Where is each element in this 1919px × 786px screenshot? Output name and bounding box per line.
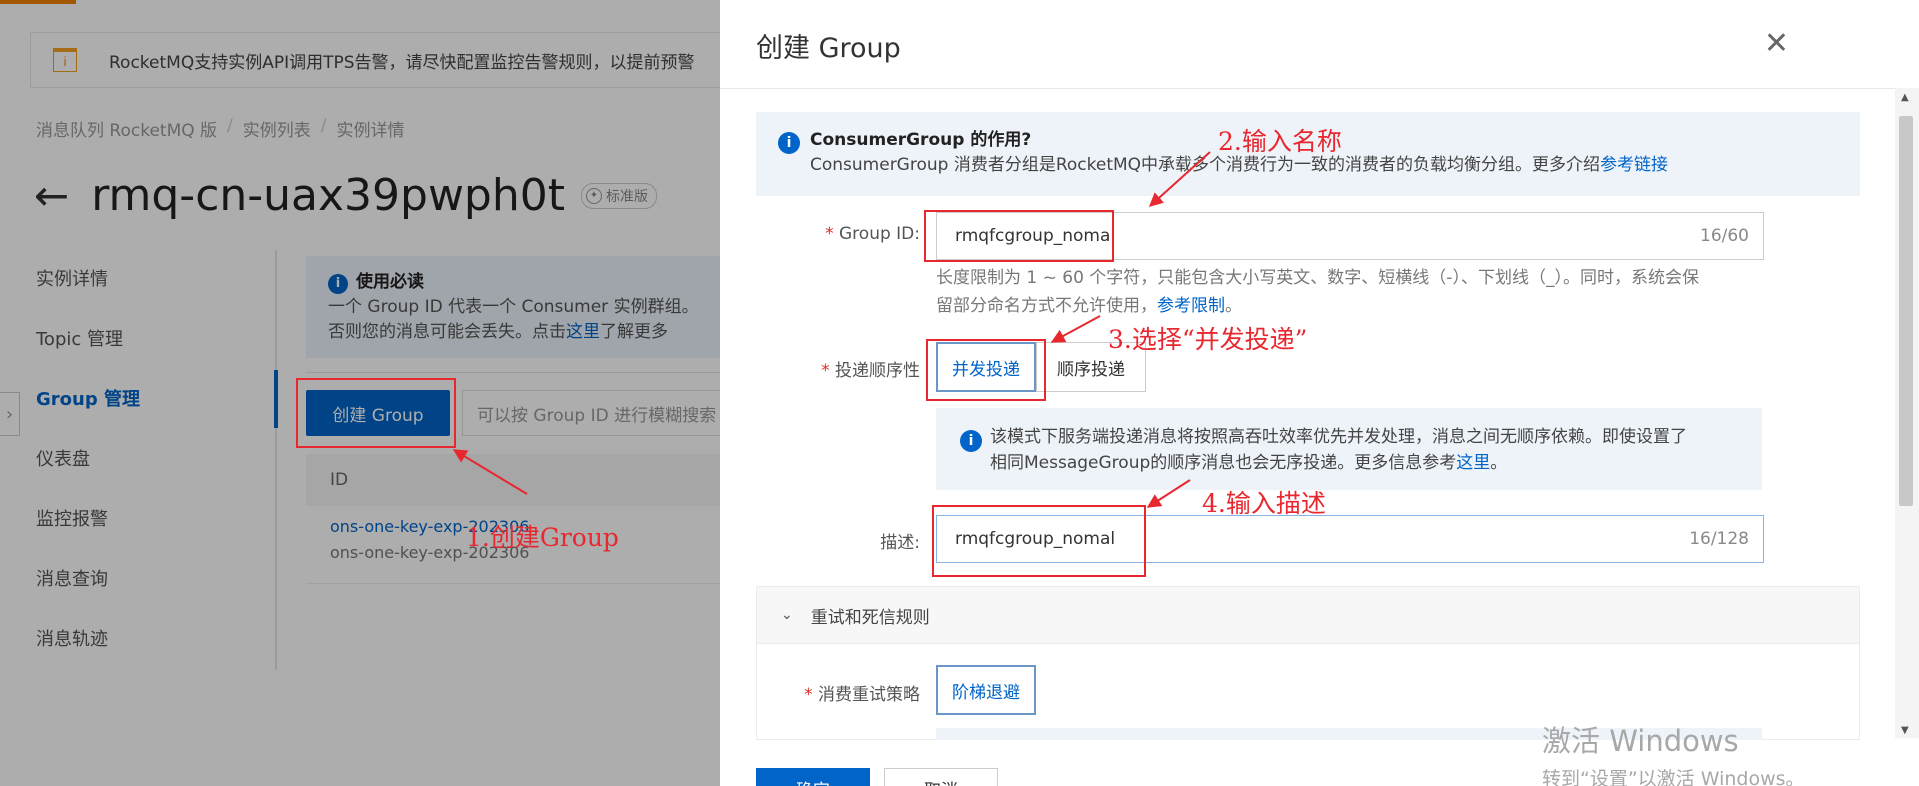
- description-label: 描述:: [880, 533, 920, 553]
- scroll-down-icon[interactable]: ▼: [1901, 725, 1909, 736]
- windows-activation-watermark: 激活 Windows 转到“设置”以激活 Windows。: [1542, 718, 1805, 786]
- restriction-link[interactable]: 参考限制: [1157, 296, 1225, 316]
- info-icon: i: [960, 430, 982, 452]
- screen: i RocketMQ支持实例API调用TPS告警，请尽快配置监控告警规则，以提前…: [0, 0, 1919, 786]
- info-link[interactable]: 参考链接: [1600, 155, 1668, 175]
- cancel-button[interactable]: 取消: [884, 768, 998, 786]
- group-id-counter: 16/60: [1700, 226, 1749, 246]
- drawer-title: 创建 Group: [756, 33, 901, 64]
- step-1-label: 1.创建Group: [466, 523, 619, 552]
- step-3-label: 3.选择“并发投递”: [1108, 325, 1308, 354]
- delivery-order-label: * 投递顺序性: [821, 361, 920, 381]
- step-2-label: 2.输入名称: [1218, 127, 1342, 156]
- retry-policy-label: * 消费重试策略: [804, 685, 920, 705]
- info-title: ConsumerGroup 的作用?: [810, 130, 1032, 150]
- scrollbar-thumb[interactable]: [1899, 116, 1913, 506]
- group-id-help: 长度限制为 1 ~ 60 个字符，只能包含大小写英文、数字、短横线（-）、下划线…: [936, 268, 1699, 316]
- watermark-line-1: 激活 Windows: [1542, 724, 1739, 758]
- chevron-down-icon: ⌄: [781, 607, 793, 623]
- close-icon[interactable]: ✕: [1764, 26, 1789, 61]
- drawer-header-divider: [720, 88, 1919, 89]
- retry-policy-option[interactable]: 阶梯退避: [936, 665, 1036, 715]
- highlight-concurrent-delivery: [926, 339, 1046, 401]
- info-icon: i: [778, 132, 800, 154]
- delivery-mode-note: i 该模式下服务端投递消息将按照高吞吐效率优先并发处理，消息之间无顺序依赖。即使…: [936, 408, 1762, 490]
- watermark-line-2: 转到“设置”以激活 Windows。: [1542, 768, 1805, 786]
- highlight-create-button: [296, 378, 456, 448]
- note-link[interactable]: 这里: [1456, 453, 1490, 473]
- scroll-up-icon[interactable]: ▲: [1901, 92, 1909, 103]
- highlight-description: [932, 505, 1146, 577]
- description-counter: 16/128: [1689, 529, 1749, 549]
- create-group-drawer: 创建 Group ✕ i ConsumerGroup 的作用? Consumer…: [720, 0, 1919, 786]
- drawer-scrollbar[interactable]: ▲ ▼: [1895, 88, 1919, 738]
- retry-deadletter-section[interactable]: ⌄ 重试和死信规则: [756, 586, 1860, 644]
- group-id-label: * Group ID:: [825, 224, 920, 244]
- section-title: 重试和死信规则: [810, 607, 930, 628]
- step-4-label: 4.输入描述: [1202, 489, 1326, 518]
- highlight-group-id: [924, 210, 1114, 262]
- confirm-button[interactable]: 确定: [756, 768, 870, 786]
